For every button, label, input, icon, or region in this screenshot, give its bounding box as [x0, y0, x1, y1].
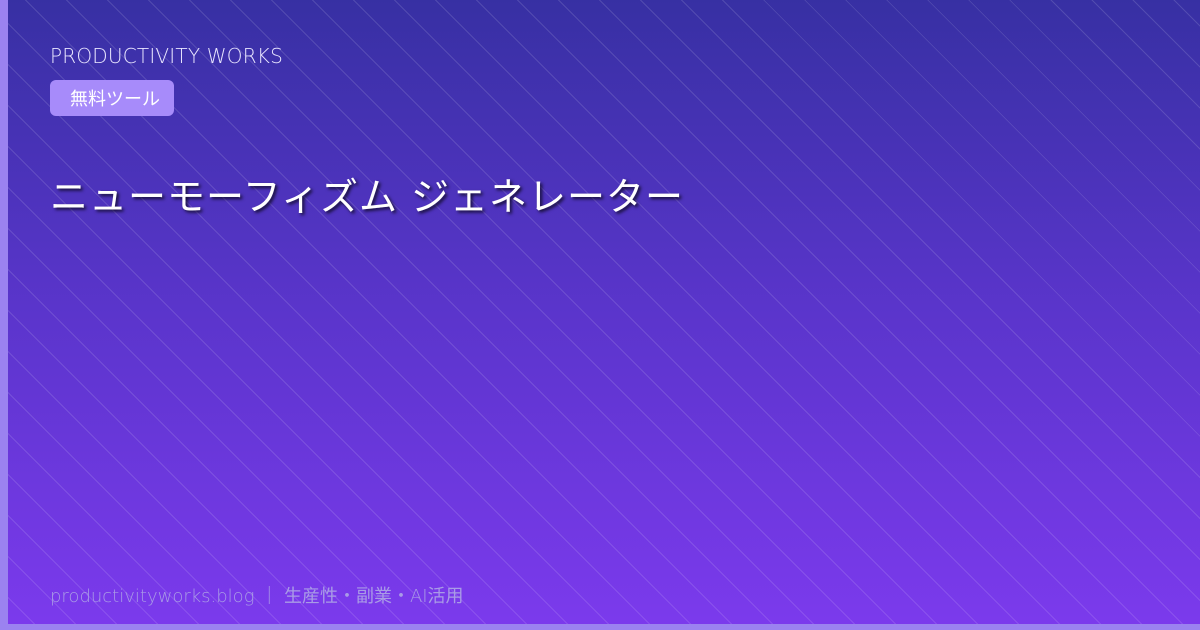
bottom-accent-bar — [0, 624, 1200, 630]
category-badge: 無料ツール — [50, 80, 174, 116]
footer-site-tagline: productivityworks.blog ｜ 生産性・副業・AI活用 — [50, 586, 464, 607]
left-accent-bar — [0, 0, 8, 630]
og-card: PRODUCTIVITY WORKS 無料ツール ニューモーフィズム ジェネレー… — [0, 0, 1200, 630]
brand-name: PRODUCTIVITY WORKS — [50, 44, 284, 68]
page-title: ニューモーフィズム ジェネレーター — [50, 175, 685, 219]
diagonal-stripe-pattern — [0, 0, 1200, 630]
